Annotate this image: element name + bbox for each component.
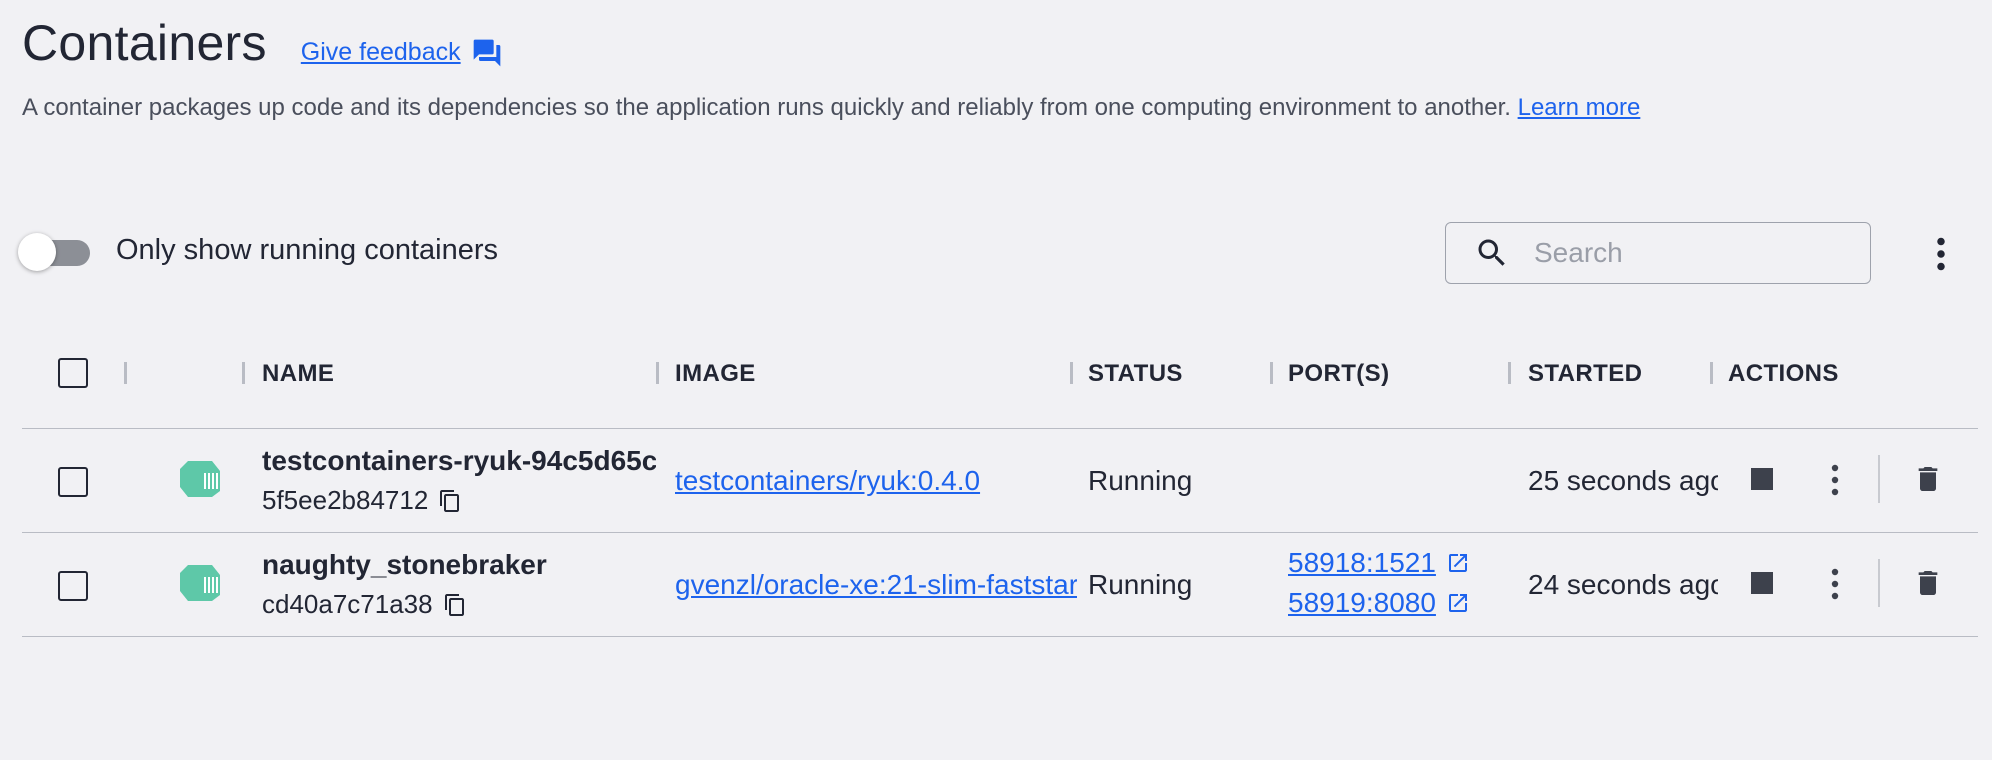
page-header: Containers Give feedback [22,14,503,72]
column-separator[interactable] [124,362,127,384]
port-link[interactable]: 58919:8080 [1288,587,1436,619]
container-id: 5f5ee2b84712 [262,485,462,516]
port-mapping[interactable]: 58918:1521 [1288,547,1470,579]
status-text: Running [1088,569,1193,600]
column-separator[interactable] [1270,362,1273,384]
give-feedback-label[interactable]: Give feedback [301,38,461,67]
row-checkbox[interactable] [58,467,88,497]
action-divider [1878,455,1880,503]
table-row[interactable]: naughty_stonebraker cd40a7c71a38 gvenzl/… [22,533,1978,637]
column-header-started[interactable]: STARTED [1528,360,1642,388]
container-id: cd40a7c71a38 [262,589,467,620]
page-description: A container packages up code and its dep… [22,94,1640,122]
column-header-image[interactable]: IMAGE [675,360,756,388]
column-separator[interactable] [1070,362,1073,384]
table-header: NAME IMAGE STATUS PORT(S) STARTED ACTION… [22,340,1978,429]
delete-icon[interactable] [1912,461,1944,497]
container-id-text: 5f5ee2b84712 [262,485,429,515]
learn-more-link[interactable]: Learn more [1518,94,1641,121]
column-separator[interactable] [1710,362,1713,384]
container-id-text: cd40a7c71a38 [262,589,433,619]
external-link-icon[interactable] [1446,551,1470,575]
containers-table: NAME IMAGE STATUS PORT(S) STARTED ACTION… [22,340,1978,637]
more-vert-icon[interactable] [1826,567,1844,601]
copy-icon[interactable] [438,488,462,514]
started-text: 25 seconds ago [1528,465,1718,496]
column-header-status[interactable]: STATUS [1088,360,1183,388]
column-separator[interactable] [242,362,245,384]
image-link[interactable]: gvenzl/oracle-xe:21-slim-faststart [675,569,1077,601]
started-text: 24 seconds ago [1528,569,1718,600]
port-link[interactable]: 58918:1521 [1288,547,1436,579]
container-name[interactable]: naughty_stonebraker [262,549,656,581]
status-text: Running [1088,465,1193,496]
column-separator[interactable] [1508,362,1511,384]
description-text: A container packages up code and its dep… [22,94,1511,121]
search-box[interactable] [1445,222,1871,284]
give-feedback-link[interactable]: Give feedback [301,37,503,69]
stop-icon[interactable] [1750,571,1774,595]
running-only-toggle[interactable] [18,230,92,271]
more-vert-icon[interactable] [1826,463,1844,497]
toggle-knob [18,233,56,271]
column-separator[interactable] [656,362,659,384]
image-link[interactable]: testcontainers/ryuk:0.4.0 [675,465,1077,497]
external-link-icon[interactable] [1446,591,1470,615]
port-mapping[interactable]: 58919:8080 [1288,587,1470,619]
select-all-checkbox[interactable] [58,358,88,388]
column-header-actions: ACTIONS [1728,360,1839,387]
page-title: Containers [22,15,267,71]
search-icon [1478,239,1505,266]
stop-icon[interactable] [1750,467,1774,491]
delete-icon[interactable] [1912,565,1944,601]
running-only-label: Only show running containers [116,233,499,266]
copy-icon[interactable] [443,592,467,618]
column-header-ports[interactable]: PORT(S) [1288,360,1389,388]
container-icon [180,461,220,497]
table-row[interactable]: testcontainers-ryuk-94c5d65c 5f5ee2b8471… [22,429,1978,533]
container-name[interactable]: testcontainers-ryuk-94c5d65c [262,445,656,477]
action-divider [1878,559,1880,607]
running-filter: Only show running containers [18,230,499,271]
more-vert-icon[interactable] [1926,234,1956,274]
search-input[interactable] [1532,236,1836,270]
row-checkbox[interactable] [58,571,88,601]
column-header-name[interactable]: NAME [262,360,334,388]
feedback-icon [473,39,500,66]
container-icon [180,565,220,601]
